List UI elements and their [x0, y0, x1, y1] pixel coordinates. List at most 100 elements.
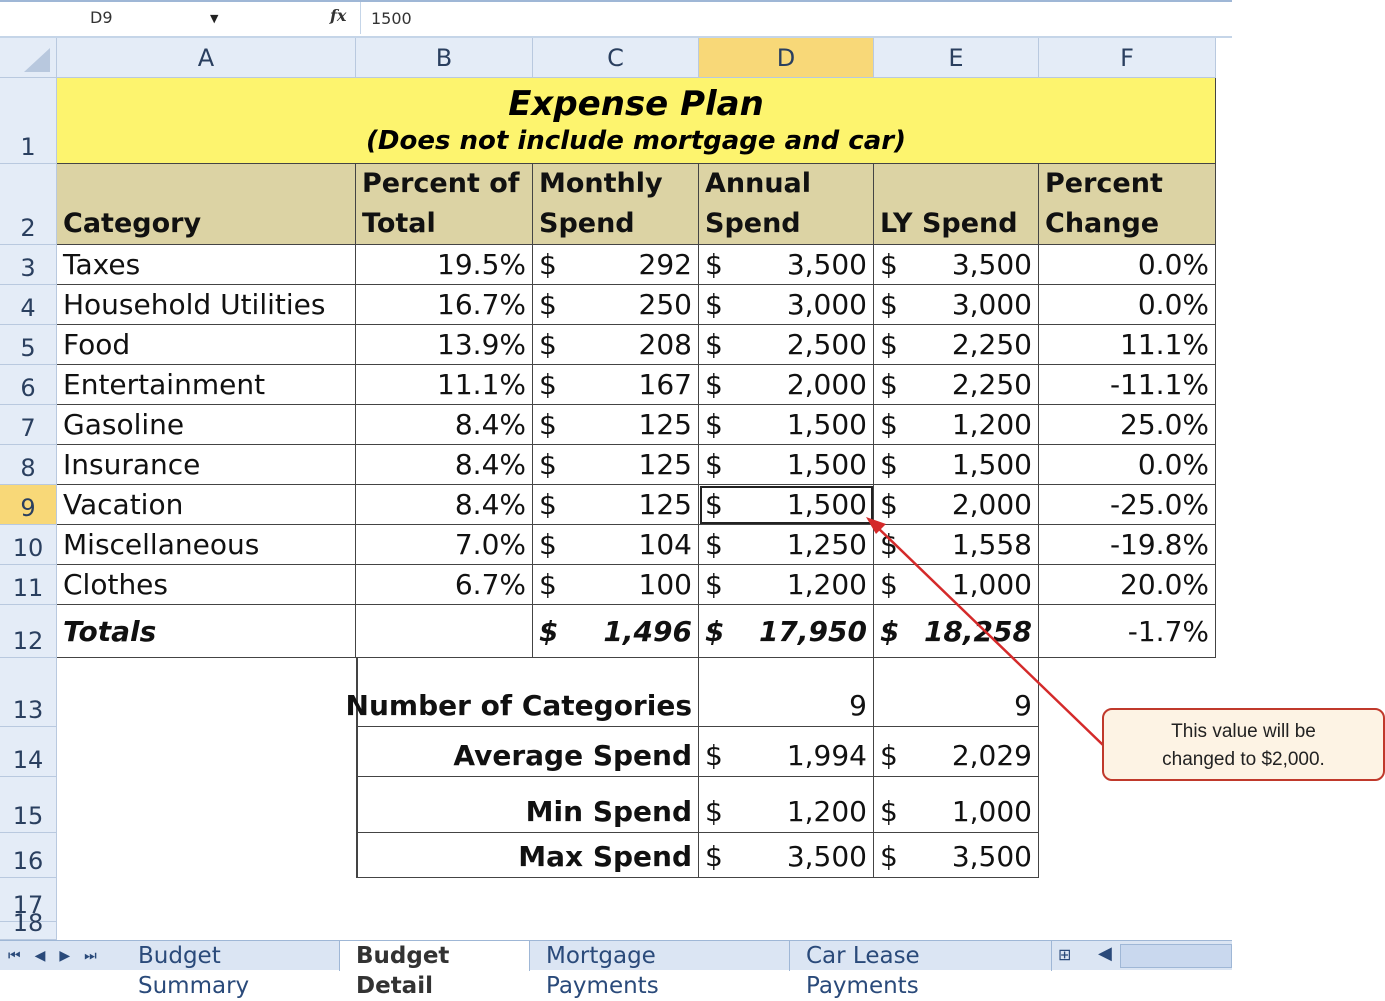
cell-category[interactable]: Vacation [57, 485, 356, 525]
header-category[interactable]: Category [57, 164, 356, 245]
formula-input[interactable]: 1500 [360, 2, 1230, 34]
stat-label[interactable]: Average Spend [356, 727, 699, 777]
cell-monthly[interactable]: $125 [533, 485, 699, 525]
cell-ly[interactable]: $1,500 [874, 445, 1039, 485]
totals-monthly[interactable]: $1,496 [533, 605, 699, 658]
stat-annual[interactable]: $1,994 [699, 727, 874, 777]
cell-category[interactable]: Gasoline [57, 405, 356, 445]
cell-ly[interactable]: $2,250 [874, 365, 1039, 405]
totals-change[interactable]: -1.7% [1039, 605, 1216, 658]
name-box[interactable]: D9 [0, 2, 235, 34]
stat-ly[interactable]: $2,029 [874, 727, 1039, 777]
row-header-8[interactable]: 8 [0, 445, 57, 485]
stat-annual[interactable]: $1,200 [699, 777, 874, 833]
sheet-tab[interactable]: Budget Summary [122, 941, 340, 999]
cell-category[interactable]: Miscellaneous [57, 525, 356, 565]
cell-change[interactable]: -19.8% [1039, 525, 1216, 565]
cell-change[interactable]: -11.1% [1039, 365, 1216, 405]
cell-percent[interactable]: 13.9% [356, 325, 533, 365]
cell-ly[interactable]: $1,000 [874, 565, 1039, 605]
stat-ly[interactable]: $3,500 [874, 833, 1039, 878]
totals-empty[interactable] [356, 605, 533, 658]
cell-ly[interactable]: $3,500 [874, 245, 1039, 285]
tab-nav-arrows-icon[interactable]: ⏮◀▶⏭ [8, 941, 111, 971]
header-monthly[interactable]: Monthly Spend [533, 164, 699, 245]
cell-percent[interactable]: 8.4% [356, 485, 533, 525]
cell-category[interactable]: Household Utilities [57, 285, 356, 325]
row-header-12[interactable]: 12 [0, 605, 57, 658]
cell-change[interactable]: 0.0% [1039, 285, 1216, 325]
cell-percent[interactable]: 16.7% [356, 285, 533, 325]
cell-category[interactable]: Insurance [57, 445, 356, 485]
cell-change[interactable]: 25.0% [1039, 405, 1216, 445]
row-header-15[interactable]: 15 [0, 777, 57, 833]
cell-change[interactable]: 0.0% [1039, 245, 1216, 285]
header-change[interactable]: Percent Change [1039, 164, 1216, 245]
cell-annual[interactable]: $2,000 [699, 365, 874, 405]
cell-category[interactable]: Entertainment [57, 365, 356, 405]
cell-change[interactable]: 11.1% [1039, 325, 1216, 365]
cell-monthly[interactable]: $292 [533, 245, 699, 285]
cell-annual[interactable]: $1,500 [699, 405, 874, 445]
stat-annual[interactable]: 9 [699, 658, 874, 727]
cell-annual[interactable]: $1,200 [699, 565, 874, 605]
select-all-button[interactable] [0, 38, 57, 78]
cell-annual[interactable]: $3,500 [699, 245, 874, 285]
stat-label[interactable]: Min Spend [356, 777, 699, 833]
totals-label[interactable]: Totals [57, 605, 356, 658]
cell-monthly[interactable]: $167 [533, 365, 699, 405]
cell-annual[interactable]: $2,500 [699, 325, 874, 365]
cell-category[interactable]: Clothes [57, 565, 356, 605]
sheet-tab[interactable]: Budget Detail [340, 941, 530, 999]
row-header-1[interactable]: 1 [0, 78, 57, 164]
insert-sheet-icon[interactable]: ⊞ [1058, 945, 1071, 964]
column-header-f[interactable]: F [1039, 38, 1216, 78]
cell-ly[interactable]: $1,558 [874, 525, 1039, 565]
row-header-18[interactable]: 18 [0, 909, 57, 940]
function-icon[interactable]: fx [330, 6, 346, 25]
stat-ly[interactable]: 9 [874, 658, 1039, 727]
chevron-down-icon[interactable]: ▼ [210, 12, 218, 25]
cell-percent[interactable]: 7.0% [356, 525, 533, 565]
cell-change[interactable]: 20.0% [1039, 565, 1216, 605]
header-ly[interactable]: LY Spend [874, 164, 1039, 245]
row-header-5[interactable]: 5 [0, 325, 57, 365]
horizontal-scrollbar[interactable] [1120, 944, 1232, 968]
row-header-9[interactable]: 9 [0, 485, 57, 525]
row-header-2[interactable]: 2 [0, 164, 57, 245]
header-annual[interactable]: Annual Spend [699, 164, 874, 245]
cell-ly[interactable]: $2,000 [874, 485, 1039, 525]
cell-percent[interactable]: 8.4% [356, 405, 533, 445]
title-cell[interactable]: Expense Plan (Does not include mortgage … [57, 78, 1216, 164]
cell-ly[interactable]: $1,200 [874, 405, 1039, 445]
cell-category[interactable]: Food [57, 325, 356, 365]
row-header-4[interactable]: 4 [0, 285, 57, 325]
totals-annual[interactable]: $17,950 [699, 605, 874, 658]
cell-percent[interactable]: 6.7% [356, 565, 533, 605]
column-header-d[interactable]: D [699, 38, 874, 78]
cell-monthly[interactable]: $250 [533, 285, 699, 325]
stat-label[interactable]: Max Spend [356, 833, 699, 878]
cell-percent[interactable]: 19.5% [356, 245, 533, 285]
cell-percent[interactable]: 11.1% [356, 365, 533, 405]
stat-label[interactable]: Number of Categories [346, 658, 699, 727]
cell-change[interactable]: 0.0% [1039, 445, 1216, 485]
column-header-b[interactable]: B [356, 38, 533, 78]
cell-category[interactable]: Taxes [57, 245, 356, 285]
cell-monthly[interactable]: $125 [533, 405, 699, 445]
cell-monthly[interactable]: $208 [533, 325, 699, 365]
cell-monthly[interactable]: $100 [533, 565, 699, 605]
sheet-tab[interactable]: Mortgage Payments [530, 941, 790, 999]
header-pct[interactable]: Percent of Total [356, 164, 533, 245]
column-header-c[interactable]: C [533, 38, 699, 78]
row-header-16[interactable]: 16 [0, 833, 57, 878]
cell-annual[interactable]: $1,500 [699, 445, 874, 485]
row-header-13[interactable]: 13 [0, 658, 57, 727]
row-header-11[interactable]: 11 [0, 565, 57, 605]
scroll-left-icon[interactable]: ◀ [1098, 943, 1112, 964]
row-header-14[interactable]: 14 [0, 727, 57, 777]
row-header-7[interactable]: 7 [0, 405, 57, 445]
cell-ly[interactable]: $2,250 [874, 325, 1039, 365]
cell-ly[interactable]: $3,000 [874, 285, 1039, 325]
row-header-6[interactable]: 6 [0, 365, 57, 405]
